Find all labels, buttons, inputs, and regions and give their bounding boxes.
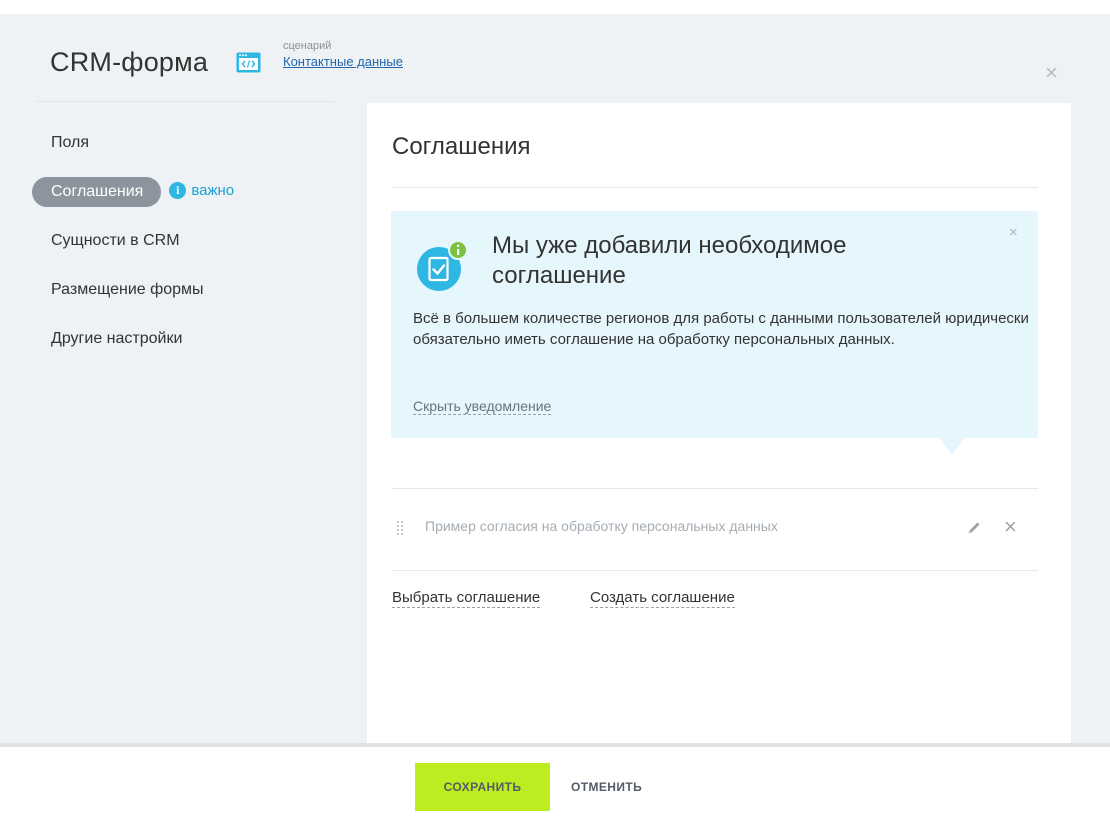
- sidebar-item-label: Другие настройки: [51, 330, 183, 347]
- agreement-name: Пример согласия на обработку персональны…: [425, 518, 778, 534]
- create-agreement-link[interactable]: Создать соглашение: [590, 589, 735, 608]
- section-divider: [392, 187, 1038, 188]
- sidebar-item-crm-entities[interactable]: Сущности в CRM: [32, 228, 352, 253]
- top-strip: [0, 0, 1110, 14]
- notice-box: Мы уже добавили необходимое соглашение ×…: [391, 211, 1038, 438]
- sidebar-divider: [37, 101, 334, 102]
- info-icon: i: [169, 181, 187, 199]
- footer: СОХРАНИТЬ ОТМЕНИТЬ: [0, 747, 1110, 818]
- sidebar-item-agreements[interactable]: Соглашения i важно: [32, 177, 352, 207]
- section-title: Соглашения: [392, 133, 531, 160]
- important-label: важно: [191, 181, 235, 199]
- choose-agreement-link[interactable]: Выбрать соглашение: [392, 589, 541, 608]
- notice-title: Мы уже добавили необходимое соглашение: [492, 232, 847, 289]
- sidebar-item-label: Сущности в CRM: [51, 232, 180, 249]
- cancel-button[interactable]: ОТМЕНИТЬ: [560, 763, 670, 811]
- sidebar-item-form-placement[interactable]: Размещение формы: [32, 277, 352, 302]
- save-button[interactable]: СОХРАНИТЬ: [415, 763, 550, 811]
- row-divider-bottom: [392, 570, 1038, 571]
- page-title: CRM-форма: [50, 47, 209, 77]
- notice-pointer: [939, 438, 965, 455]
- sidebar-item-other-settings[interactable]: Другие настройки: [32, 326, 352, 351]
- notice-close-icon[interactable]: ×: [1009, 224, 1018, 241]
- scenario-label: сценарий: [283, 40, 332, 52]
- sidebar-item-label: Размещение формы: [51, 281, 204, 298]
- pencil-icon[interactable]: [966, 520, 982, 536]
- notice-text: Всё в большем количестве регионов для ра…: [413, 310, 1029, 348]
- code-script-icon: [236, 52, 261, 73]
- row-divider-top: [392, 488, 1038, 489]
- agreement-row: Пример согласия на обработку персональны…: [392, 515, 1038, 539]
- hide-notice-link[interactable]: Скрыть уведомление: [413, 398, 552, 415]
- important-badge: i важно: [169, 178, 234, 203]
- close-icon[interactable]: ×: [1045, 62, 1058, 84]
- sidebar-item-label: Соглашения: [32, 177, 162, 207]
- document-check-icon: [417, 240, 468, 291]
- drag-handle-icon[interactable]: [396, 520, 404, 536]
- header: CRM-форма сценарий Контактные данные ×: [0, 14, 1110, 102]
- remove-icon[interactable]: ×: [1004, 515, 1017, 539]
- sidebar-nav: Поля Соглашения i важно Сущности в CRM Раз…: [32, 130, 352, 375]
- main-panel: Соглашения Мы уже добавили необходимое с…: [367, 103, 1071, 746]
- sidebar-item-fields[interactable]: Поля: [32, 130, 352, 155]
- scenario-link[interactable]: Контактные данные: [283, 54, 403, 69]
- sidebar-item-label: Поля: [51, 134, 90, 151]
